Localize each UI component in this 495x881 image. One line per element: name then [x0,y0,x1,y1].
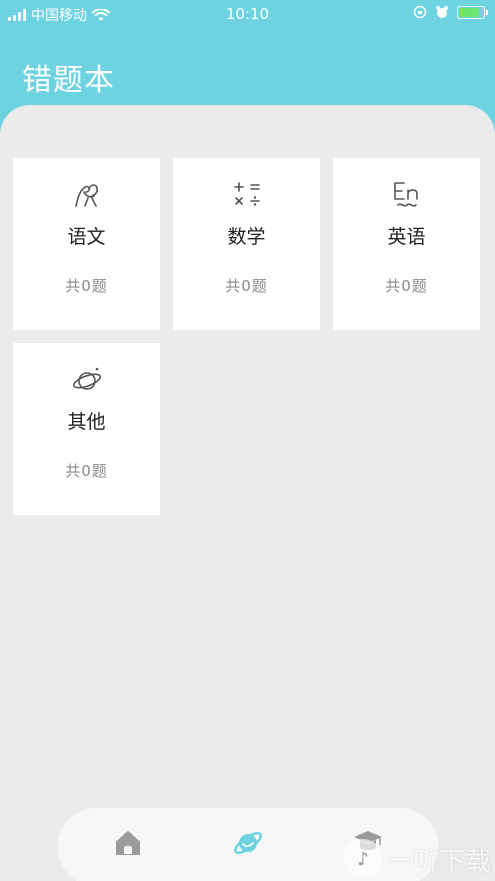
subject-count: 共0题 [65,462,108,480]
subject-name: 数学 [227,226,266,248]
planet-icon [234,832,262,854]
page-title: 错题本 [22,63,115,98]
subject-count: 共0题 [225,277,268,295]
watermark-logo-icon: ♪ [342,839,383,879]
subject-card-math[interactable]: 数学 共0题 [173,158,320,330]
other-subject-icon [70,363,104,397]
subject-name: 英语 [387,226,426,248]
subject-grid: 语文 共0题 数学 共0题 英语 共0题 其他 共0题 [13,158,480,515]
watermark-text: 一听下载 [386,846,491,877]
subject-name: 语文 [67,226,106,248]
english-subject-icon [390,178,424,212]
subject-card-english[interactable]: 英语 共0题 [333,158,480,330]
orientation-lock-icon [413,5,427,19]
watermark: ♪ 一听下载 [342,839,491,879]
status-right [413,5,488,19]
subject-card-other[interactable]: 其他 共0题 [13,343,160,515]
status-bar: 中国移动 10:10 [0,0,495,28]
battery-icon [457,5,488,19]
tab-mistakes[interactable] [218,818,278,868]
subject-name: 其他 [67,411,106,433]
subject-count: 共0题 [385,277,428,295]
alarm-icon [436,6,448,18]
math-subject-icon [230,178,264,212]
subject-card-chinese[interactable]: 语文 共0题 [13,158,160,330]
tab-home[interactable] [98,818,158,868]
subject-count: 共0题 [65,277,108,295]
chinese-subject-icon [70,178,104,212]
main-content: 语文 共0题 数学 共0题 英语 共0题 其他 共0题 [0,105,495,881]
home-icon [116,831,140,855]
